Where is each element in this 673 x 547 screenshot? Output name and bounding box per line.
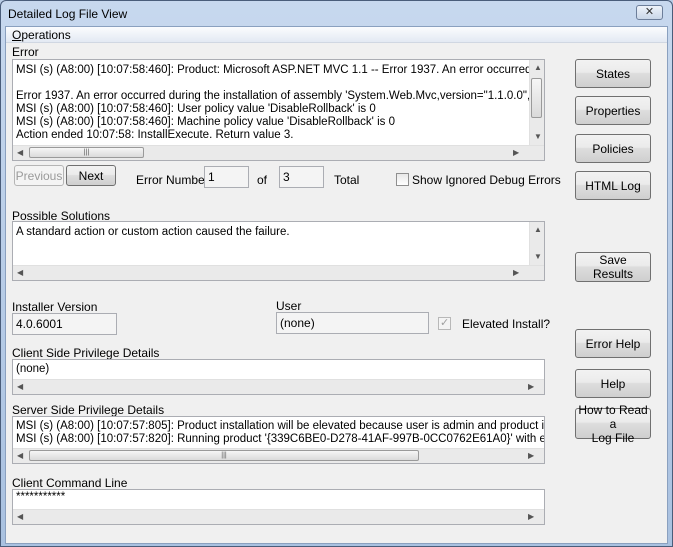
scroll-left-icon[interactable]: ◀ [17, 148, 23, 158]
solutions-text: A standard action or custom action cause… [16, 226, 290, 238]
policies-button[interactable]: Policies [575, 134, 651, 163]
of-label: of [257, 173, 268, 187]
error-label: Error [12, 45, 39, 59]
scroll-up-icon[interactable]: ▲ [534, 225, 542, 235]
user-field: (none) [276, 312, 429, 334]
window-title: Detailed Log File View [8, 7, 128, 21]
menu-bar: Operations [6, 27, 667, 43]
installer-version-field: 4.0.6001 [12, 313, 117, 335]
app-window: Detailed Log File View ✕ Operations Erro… [0, 0, 673, 547]
user-label: User [276, 299, 302, 313]
solutions-vscrollbar[interactable]: ▲ ▼ [529, 222, 544, 266]
client-area: Operations Error MSI (s) (A8:00) [10:07:… [5, 26, 668, 544]
command-line-textbox[interactable]: *********** ◀ ▶ [12, 489, 545, 525]
command-line-hscrollbar[interactable]: ◀ ▶ [13, 509, 544, 524]
total-label: Total [334, 173, 360, 187]
solutions-hscrollbar[interactable]: ◀ ▶ [13, 265, 544, 280]
client-privilege-text: (none) [16, 363, 50, 375]
grip-icon: ||| [221, 452, 227, 459]
server-privilege-line: MSI (s) (A8:00) [10:07:57:805]: Product … [16, 420, 545, 432]
installer-version-label: Installer Version [12, 300, 98, 314]
save-results-button[interactable]: Save Results [575, 252, 651, 282]
server-privilege-line: MSI (s) (A8:00) [10:07:57:820]: Running … [16, 433, 545, 445]
scroll-down-icon[interactable]: ▼ [534, 132, 542, 142]
total-field: 3 [279, 166, 324, 188]
client-privilege-label: Client Side Privilege Details [12, 346, 160, 360]
elevated-install-checkbox[interactable]: ✓ [438, 317, 451, 330]
error-line: MSI (s) (A8:00) [10:07:58:460]: User pol… [16, 103, 376, 115]
scroll-left-icon[interactable]: ◀ [17, 382, 23, 392]
error-line: MSI (s) (A8:00) [10:07:58:460]: Machine … [16, 116, 395, 128]
error-line: Error 1937. An error occurred during the… [16, 90, 545, 102]
error-hscrollbar[interactable]: ◀ ||| ▶ [13, 145, 544, 160]
scroll-up-icon[interactable]: ▲ [534, 63, 542, 73]
html-log-button[interactable]: HTML Log [575, 171, 651, 200]
menu-operations[interactable]: Operations [12, 28, 71, 42]
scroll-thumb[interactable]: ||| [29, 147, 144, 158]
error-number-label: Error Number [136, 173, 209, 187]
scroll-right-icon[interactable]: ▶ [528, 512, 534, 522]
scroll-thumb[interactable] [531, 78, 542, 118]
scroll-thumb[interactable]: ||| [29, 450, 419, 461]
client-privilege-textbox[interactable]: (none) ◀ ▶ [12, 359, 545, 395]
elevated-install-label: Elevated Install? [462, 317, 551, 331]
help-button[interactable]: Help [575, 369, 651, 398]
scroll-right-icon[interactable]: ▶ [513, 268, 519, 278]
scroll-right-icon[interactable]: ▶ [528, 451, 534, 461]
server-privilege-textbox[interactable]: MSI (s) (A8:00) [10:07:57:805]: Product … [12, 416, 545, 464]
solutions-textbox[interactable]: A standard action or custom action cause… [12, 221, 545, 281]
grip-icon: ||| [83, 149, 90, 156]
client-privilege-hscrollbar[interactable]: ◀ ▶ [13, 379, 544, 394]
next-button[interactable]: Next [66, 165, 116, 186]
error-vscrollbar[interactable]: ▲ ▼ [529, 60, 544, 146]
show-ignored-checkbox[interactable] [396, 173, 409, 186]
scroll-left-icon[interactable]: ◀ [17, 268, 23, 278]
scroll-right-icon[interactable]: ▶ [513, 148, 519, 158]
error-line: Action ended 10:07:58: InstallExecute. R… [16, 129, 294, 141]
server-privilege-hscrollbar[interactable]: ◀ ||| ▶ [13, 448, 544, 463]
how-to-read-label-1: How to Read a [578, 402, 648, 431]
error-line: MSI (s) (A8:00) [10:07:58:460]: Product:… [16, 64, 545, 76]
scroll-right-icon[interactable]: ▶ [528, 382, 534, 392]
how-to-read-log-button[interactable]: How to Read a Log File [575, 403, 651, 445]
command-line-text: *********** [16, 491, 66, 503]
close-button[interactable]: ✕ [636, 5, 663, 20]
scroll-down-icon[interactable]: ▼ [534, 252, 542, 262]
show-ignored-label[interactable]: Show Ignored Debug Errors [412, 173, 561, 187]
error-help-button[interactable]: Error Help [575, 329, 651, 358]
server-privilege-label: Server Side Privilege Details [12, 403, 165, 417]
how-to-read-label-2: Log File [591, 430, 635, 445]
close-icon: ✕ [644, 6, 655, 18]
title-bar[interactable]: Detailed Log File View ✕ [1, 1, 672, 26]
states-button[interactable]: States [575, 59, 651, 88]
scroll-left-icon[interactable]: ◀ [17, 512, 23, 522]
error-number-field: 1 [204, 166, 249, 188]
check-icon: ✓ [440, 317, 450, 329]
error-textbox[interactable]: MSI (s) (A8:00) [10:07:58:460]: Product:… [12, 59, 545, 161]
scroll-left-icon[interactable]: ◀ [17, 451, 23, 461]
previous-button[interactable]: Previous [14, 165, 64, 186]
properties-button[interactable]: Properties [575, 96, 651, 125]
command-line-label: Client Command Line [12, 476, 128, 490]
